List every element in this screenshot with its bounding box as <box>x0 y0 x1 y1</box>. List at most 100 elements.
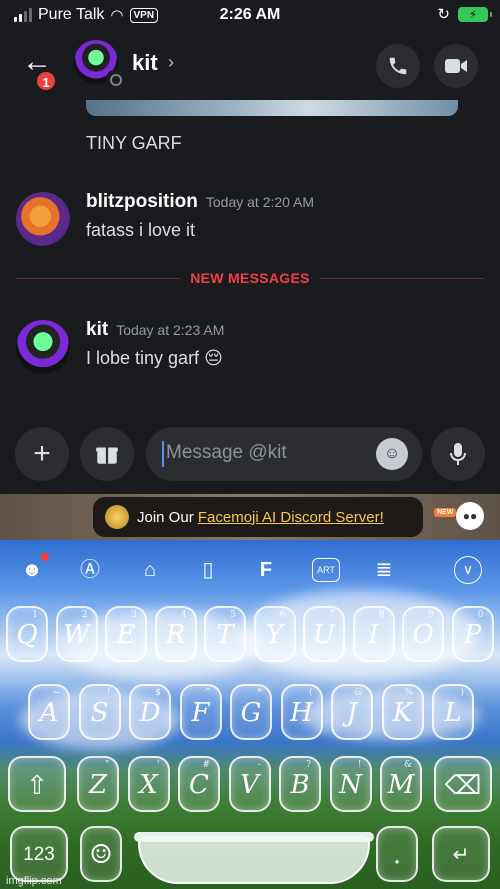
message-input[interactable]: Message @kit ☺ <box>146 427 422 481</box>
chevron-down-icon[interactable]: ∨ <box>454 556 482 584</box>
key-letter: K <box>392 698 413 728</box>
key-p[interactable]: P0 <box>451 606 494 662</box>
key-c[interactable]: C # <box>178 756 220 812</box>
key-letter: T <box>216 620 234 650</box>
key-hint: 1 <box>32 610 38 620</box>
promo-pill[interactable]: Join Our Facemoji AI Discord Server! <box>93 497 423 537</box>
key-hint: ' <box>157 760 160 770</box>
key-i[interactable]: I8 <box>352 606 395 662</box>
translate-icon[interactable]: Ⓐ <box>76 556 104 584</box>
emoji-button[interactable]: ☺ <box>376 438 408 470</box>
key-w[interactable]: W2 <box>55 606 98 662</box>
author-name[interactable]: kit <box>86 319 108 340</box>
key-hint: 4 <box>180 610 187 620</box>
clipboard-icon[interactable]: ≣ <box>370 556 398 584</box>
key-g[interactable]: G * <box>230 684 272 740</box>
add-attachment-button[interactable]: + <box>15 427 69 481</box>
robot-mascot-icon[interactable]: ●● <box>456 502 484 530</box>
shirt-icon[interactable]: ⌂ <box>136 556 164 584</box>
key-a[interactable]: A ~ <box>28 684 70 740</box>
gift-button[interactable] <box>80 427 134 481</box>
key-letter: N <box>339 770 362 800</box>
chevron-right-icon[interactable]: › <box>168 52 174 73</box>
promo-link[interactable]: Facemoji AI Discord Server! <box>198 509 384 526</box>
key-r[interactable]: R4 <box>154 606 197 662</box>
space-bar[interactable] <box>134 832 374 884</box>
key-hint: & <box>403 760 412 770</box>
new-badge: NEW <box>434 508 457 517</box>
author-name[interactable]: blitzposition <box>86 191 198 212</box>
key-m[interactable]: M & <box>380 756 422 812</box>
message-list[interactable]: TINY GARF blitzposition Today at 2:20 AM … <box>0 100 500 412</box>
key-s[interactable]: S! <box>78 684 121 740</box>
numbers-key[interactable]: 123 <box>10 826 68 882</box>
key-letter: S <box>90 698 109 728</box>
key-hint: # <box>202 760 210 770</box>
key-q[interactable]: Q1 <box>6 606 48 662</box>
key-hint: 6 <box>279 610 286 620</box>
key-j[interactable]: J @ <box>331 684 373 740</box>
key-d[interactable]: D $ <box>129 684 171 740</box>
avatar[interactable] <box>16 192 70 246</box>
page-title[interactable]: kit <box>132 50 158 76</box>
facemoji-logo-icon <box>105 505 129 529</box>
key-n[interactable]: N! <box>329 756 372 812</box>
key-v[interactable]: V- <box>228 756 271 812</box>
key-hint: 2 <box>81 610 88 620</box>
message-composer: + Message @kit ☺ <box>0 412 500 494</box>
key-t[interactable]: T5 <box>204 606 246 662</box>
video-camera-icon <box>445 59 467 73</box>
key-hint: @ <box>354 688 363 698</box>
message-timestamp: Today at 2:23 AM <box>116 322 225 338</box>
avatar[interactable] <box>74 40 122 86</box>
key-letter: I <box>368 620 379 650</box>
key-letter: G <box>240 698 262 728</box>
key-hint: 3 <box>131 610 137 620</box>
message-text: I lobe tiny garf 😔 <box>86 348 223 368</box>
key-hint: " <box>104 760 109 770</box>
key-b[interactable]: B? <box>279 756 321 812</box>
message-text: fatass i love it <box>86 220 196 240</box>
shift-key[interactable]: ⇧ <box>8 756 66 812</box>
key-hint: ! <box>357 760 362 770</box>
image-attachment[interactable] <box>86 100 458 116</box>
key-f[interactable]: F ^ <box>179 684 222 740</box>
battery-icon: ⚡ <box>458 6 492 22</box>
delete-key[interactable]: ⌫ <box>434 756 492 812</box>
key-l[interactable]: L) <box>432 684 474 740</box>
new-messages-divider: NEW MESSAGES <box>0 270 500 288</box>
key-hint: 7 <box>329 610 335 620</box>
key-h[interactable]: H( <box>280 684 323 740</box>
key-hint: 0 <box>477 610 484 620</box>
message-timestamp: Today at 2:20 AM <box>205 194 315 210</box>
key-letter: L <box>444 698 462 728</box>
key-letter: W <box>63 620 90 650</box>
font-icon[interactable]: F <box>252 556 280 584</box>
key-k[interactable]: K% <box>381 684 424 740</box>
key-e[interactable]: E3 <box>105 606 147 662</box>
message-author[interactable]: blitzposition Today at 2:20 AM <box>86 191 314 213</box>
voice-call-button[interactable] <box>376 44 420 88</box>
key-hint: ? <box>306 760 311 770</box>
key-letter: U <box>313 620 335 650</box>
video-call-button[interactable] <box>434 44 478 88</box>
key-hint: % <box>404 688 414 698</box>
key-o[interactable]: O9 <box>402 606 444 662</box>
emoji-key[interactable]: ☺ <box>80 826 122 882</box>
key-letter: V <box>240 770 259 800</box>
return-key[interactable]: ↵ <box>432 826 490 882</box>
message-text: TINY GARF <box>86 133 182 153</box>
microphone-icon[interactable]: ▯ <box>194 556 222 584</box>
art-icon[interactable]: ART <box>312 558 340 582</box>
key-z[interactable]: Z " <box>77 756 119 812</box>
key-y[interactable]: Y6 <box>253 606 296 662</box>
unread-badge: 1 <box>35 70 57 92</box>
key-x[interactable]: X ' <box>127 756 170 812</box>
clock: 2:26 AM <box>219 6 281 23</box>
period-key[interactable]: . <box>376 826 418 882</box>
key-u[interactable]: U7 <box>303 606 345 662</box>
promo-banner[interactable]: Join Our Facemoji AI Discord Server! NEW… <box>0 494 500 540</box>
voice-message-button[interactable] <box>431 427 485 481</box>
avatar[interactable] <box>16 320 70 374</box>
message-author[interactable]: kit Today at 2:23 AM <box>86 319 224 341</box>
